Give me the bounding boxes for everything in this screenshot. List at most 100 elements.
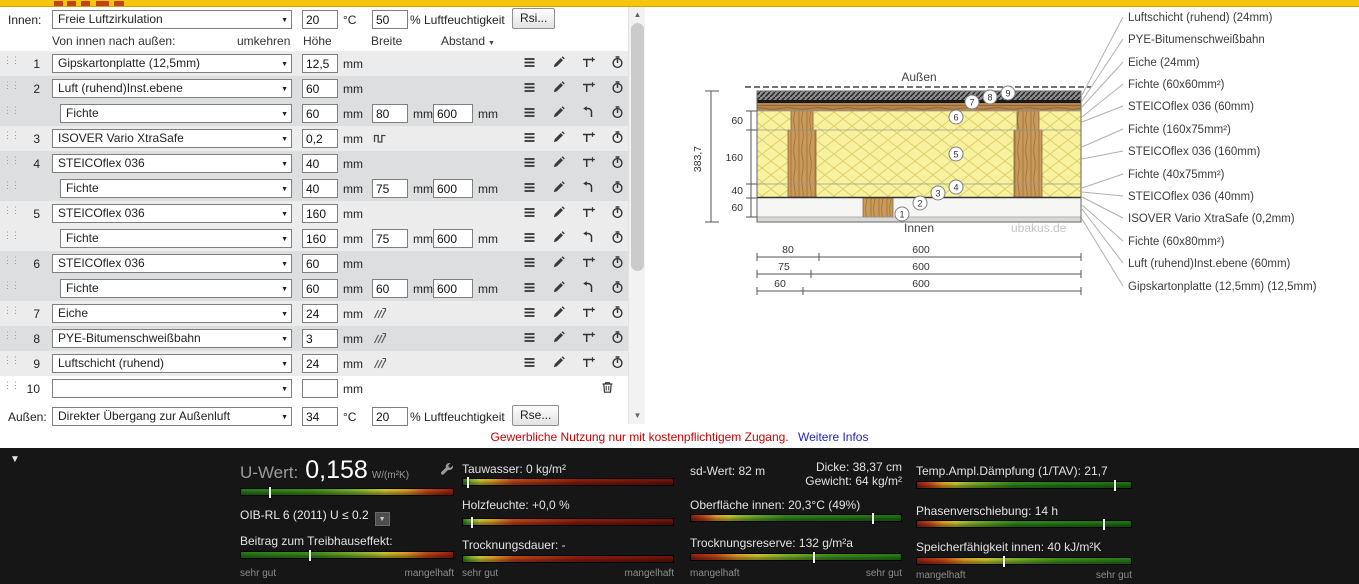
edit-layer-icon[interactable] (552, 181, 568, 195)
stud-material-select[interactable]: Fichte▼ (60, 179, 292, 198)
drag-handle-icon[interactable]: ⋮⋮ (3, 181, 19, 189)
stud-material-select[interactable]: Fichte▼ (60, 104, 292, 123)
innen-humidity-input[interactable] (372, 10, 408, 29)
oib-standard-dropdown[interactable]: ▼ (375, 512, 390, 526)
stud-spacing-input[interactable] (433, 279, 473, 298)
split-layer-icon[interactable] (582, 156, 598, 170)
material-select[interactable]: STEICOflex 036▼ (52, 204, 292, 223)
aussen-surface-select[interactable]: Direkter Übergang zur Außenluft ▼ (52, 407, 292, 426)
layer-menu-icon[interactable] (523, 81, 539, 95)
tau-clock-icon[interactable] (611, 81, 627, 95)
stud-material-select[interactable]: Fichte▼ (60, 279, 292, 298)
thickness-input[interactable] (302, 129, 338, 148)
layer-menu-icon[interactable] (523, 131, 539, 145)
edit-layer-icon[interactable] (552, 231, 568, 245)
stud-width-input[interactable] (372, 104, 408, 123)
material-select[interactable]: Luftschicht (ruhend)▼ (52, 354, 292, 373)
weitere-infos-link[interactable]: Weitere Infos (798, 430, 868, 444)
stud-spacing-input[interactable] (433, 229, 473, 248)
edit-layer-icon[interactable] (552, 331, 568, 345)
thickness-input[interactable] (302, 379, 338, 398)
edit-layer-icon[interactable] (552, 106, 568, 120)
layer-menu-icon[interactable] (523, 256, 539, 270)
thickness-input[interactable] (302, 54, 338, 73)
material-select[interactable]: STEICOflex 036▼ (52, 154, 292, 173)
stud-spacing-input[interactable] (433, 104, 473, 123)
stud-height-input[interactable] (302, 279, 338, 298)
material-select[interactable]: PYE-Bitumenschweißbahn▼ (52, 329, 292, 348)
delete-layer-icon[interactable] (601, 381, 617, 395)
split-layer-icon[interactable] (582, 131, 598, 145)
rsi-button[interactable]: Rsi... (512, 8, 555, 29)
stud-spacing-input[interactable] (433, 179, 473, 198)
layer-menu-icon[interactable] (523, 231, 539, 245)
split-layer-icon[interactable] (582, 81, 598, 95)
layer-menu-icon[interactable] (523, 281, 539, 295)
material-select[interactable]: STEICOflex 036▼ (52, 254, 292, 273)
tau-clock-icon[interactable] (611, 106, 627, 120)
tau-clock-icon[interactable] (611, 356, 627, 370)
stud-material-select[interactable]: Fichte▼ (60, 229, 292, 248)
layer-menu-icon[interactable] (523, 106, 539, 120)
stud-height-input[interactable] (302, 104, 338, 123)
membrane-icon[interactable] (373, 132, 387, 147)
material-select[interactable]: Eiche▼ (52, 304, 292, 323)
thickness-input[interactable] (302, 304, 338, 323)
layers-scrollbar[interactable]: ▲ ▼ (628, 7, 645, 424)
tau-clock-icon[interactable] (611, 306, 627, 320)
extract-layer-icon[interactable] (582, 181, 598, 195)
thickness-input[interactable] (302, 329, 338, 348)
tau-clock-icon[interactable] (611, 56, 627, 70)
layer-menu-icon[interactable] (523, 56, 539, 70)
edit-layer-icon[interactable] (552, 281, 568, 295)
split-layer-icon[interactable] (582, 356, 598, 370)
scroll-down-icon[interactable]: ▼ (629, 408, 646, 424)
drag-handle-icon[interactable]: ⋮⋮ (3, 231, 19, 239)
stud-height-input[interactable] (302, 229, 338, 248)
edit-layer-icon[interactable] (552, 156, 568, 170)
tau-clock-icon[interactable] (611, 181, 627, 195)
edit-layer-icon[interactable] (552, 356, 568, 370)
layer-menu-icon[interactable] (523, 206, 539, 220)
material-select[interactable]: Gipskartonplatte (12,5mm)▼ (52, 54, 292, 73)
thickness-input[interactable] (302, 354, 338, 373)
stud-height-input[interactable] (302, 179, 338, 198)
stud-width-input[interactable] (372, 179, 408, 198)
thickness-input[interactable] (302, 154, 338, 173)
layer-menu-icon[interactable] (523, 306, 539, 320)
thickness-input[interactable] (302, 204, 338, 223)
edit-layer-icon[interactable] (552, 131, 568, 145)
hatch-pattern-icon[interactable] (373, 307, 387, 322)
thickness-input[interactable] (302, 254, 338, 273)
stud-width-input[interactable] (372, 229, 408, 248)
hatch-pattern-icon[interactable] (373, 332, 387, 347)
split-layer-icon[interactable] (582, 256, 598, 270)
edit-layer-icon[interactable] (552, 206, 568, 220)
scroll-up-icon[interactable]: ▲ (629, 7, 646, 23)
hatch-pattern-icon[interactable] (373, 357, 387, 372)
layer-menu-icon[interactable] (523, 156, 539, 170)
extract-layer-icon[interactable] (582, 231, 598, 245)
tau-clock-icon[interactable] (611, 331, 627, 345)
innen-temp-input[interactable] (302, 10, 338, 29)
tau-clock-icon[interactable] (611, 281, 627, 295)
settings-wrench-icon[interactable] (439, 462, 454, 480)
tau-clock-icon[interactable] (611, 231, 627, 245)
split-layer-icon[interactable] (582, 331, 598, 345)
reverse-link[interactable]: umkehren (237, 34, 290, 48)
material-select[interactable]: ISOVER Vario XtraSafe▼ (52, 129, 292, 148)
split-layer-icon[interactable] (582, 206, 598, 220)
innen-surface-select[interactable]: Freie Luftzirkulation ▼ (52, 10, 292, 29)
aussen-temp-input[interactable] (302, 407, 338, 426)
extract-layer-icon[interactable] (582, 106, 598, 120)
tau-clock-icon[interactable] (611, 206, 627, 220)
tau-clock-icon[interactable] (611, 156, 627, 170)
drag-handle-icon[interactable]: ⋮⋮ (3, 281, 19, 289)
split-layer-icon[interactable] (582, 56, 598, 70)
layer-menu-icon[interactable] (523, 331, 539, 345)
thickness-input[interactable] (302, 79, 338, 98)
layer-menu-icon[interactable] (523, 181, 539, 195)
edit-layer-icon[interactable] (552, 81, 568, 95)
edit-layer-icon[interactable] (552, 256, 568, 270)
collapse-results-icon[interactable]: ▼ (10, 454, 20, 465)
